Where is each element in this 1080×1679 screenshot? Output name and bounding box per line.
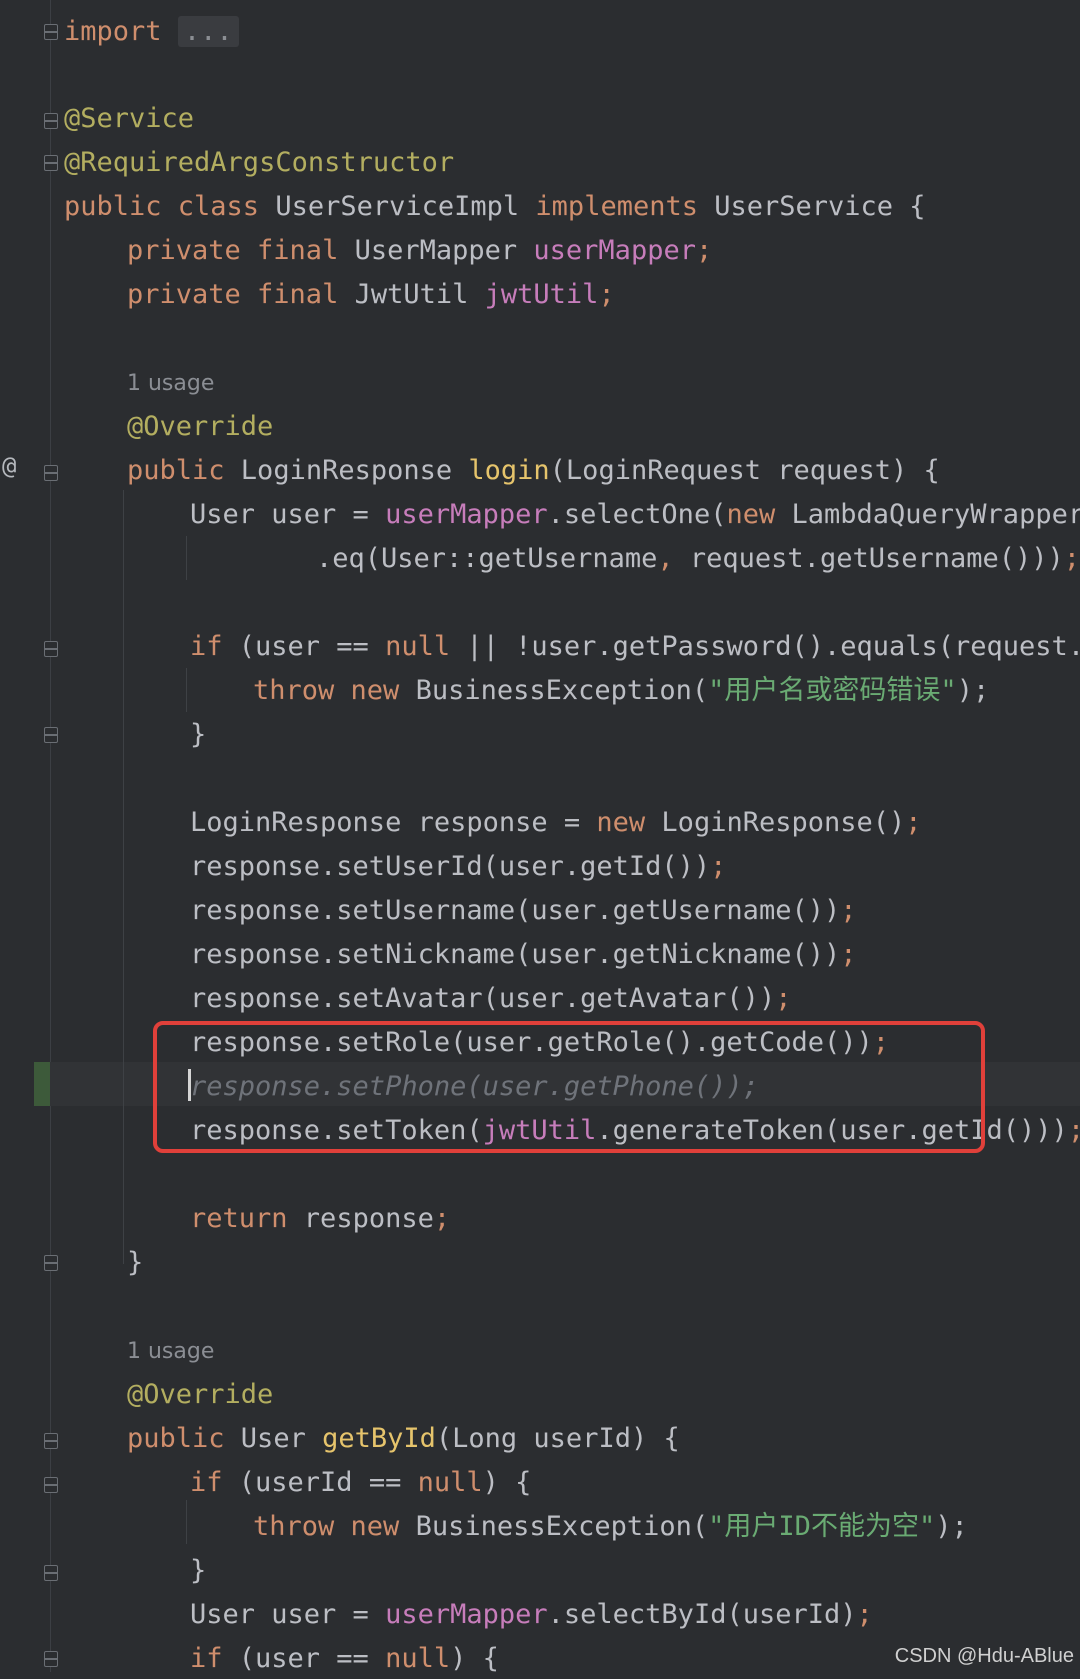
code-line: LoginResponse response = new LoginRespon… [190, 807, 922, 838]
code-line: } [190, 1555, 207, 1586]
code-line: User user = userMapper.selectById(userId… [190, 1599, 873, 1630]
folded-imports[interactable]: ... [177, 16, 239, 47]
code-line: if (user == null || !user.getPassword().… [190, 631, 1080, 662]
code-line: public User getById(Long userId) { [127, 1423, 680, 1454]
highlight-box [153, 1021, 985, 1153]
code-line: if (userId == null) { [190, 1467, 532, 1498]
code-line: @Service [64, 103, 195, 134]
code-area[interactable]: import ... @Service @RequiredArgsConstru… [0, 0, 1080, 1674]
usages-hint[interactable]: 1 usage [127, 1332, 214, 1372]
code-editor[interactable]: @ import ... @Service @RequiredArgsConst… [0, 0, 1080, 1674]
usages-hint[interactable]: 1 usage [127, 364, 214, 404]
code-line: private final UserMapper userMapper; [127, 235, 713, 266]
code-line: @RequiredArgsConstructor [64, 147, 455, 178]
code-line: } [127, 1247, 144, 1278]
code-line: User user = userMapper.selectOne(new Lam… [190, 499, 1080, 530]
code-line: @Override [127, 411, 274, 442]
code-line: response.setUsername(user.getUsername())… [190, 895, 857, 926]
code-line: response.setAvatar(user.getAvatar()); [190, 983, 792, 1014]
code-line: import ... [64, 12, 239, 52]
code-line: private final JwtUtil jwtUtil; [127, 279, 615, 310]
code-line: throw new BusinessException("用户名或密码错误"); [253, 675, 990, 706]
code-line: public class UserServiceImpl implements … [64, 191, 926, 222]
watermark: CSDN @Hdu-ABlue [894, 1645, 1074, 1667]
code-line: public LoginResponse login(LoginRequest … [127, 455, 940, 486]
code-line: throw new BusinessException("用户ID不能为空"); [253, 1511, 968, 1542]
code-line: return response; [190, 1203, 451, 1234]
code-line: response.setUserId(user.getId()); [190, 851, 727, 882]
code-line: if (user == null) { [190, 1643, 499, 1674]
code-line: .eq(User::getUsername, request.getUserna… [316, 543, 1080, 574]
code-line: response.setNickname(user.getNickname())… [190, 939, 857, 970]
code-line: } [190, 719, 207, 750]
code-line: @Override [127, 1379, 274, 1410]
